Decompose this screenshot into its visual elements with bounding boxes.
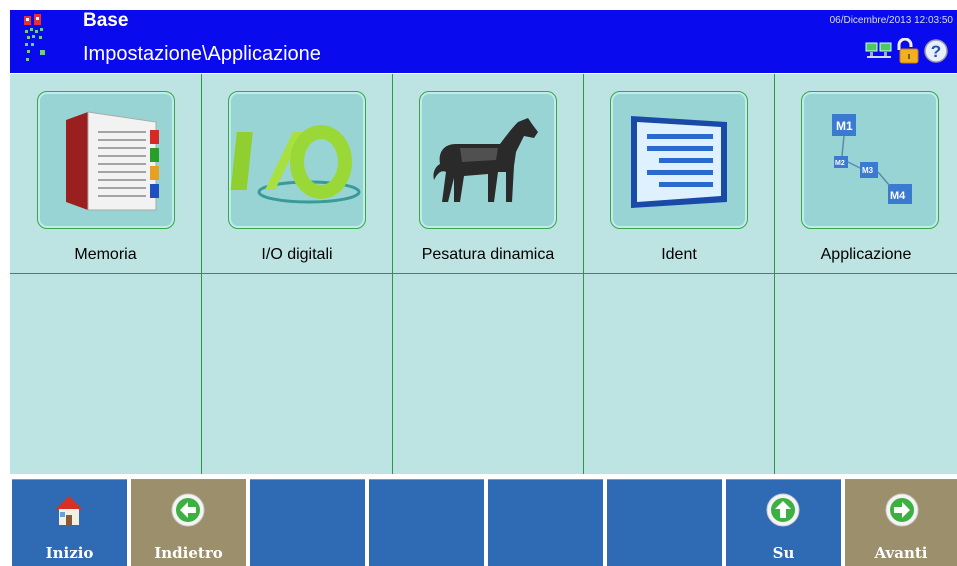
softkey-empty[interactable] <box>250 479 365 566</box>
arrow-right-icon <box>884 492 920 528</box>
back-button[interactable]: Indietro <box>131 479 246 566</box>
status-icons: ? <box>865 37 949 69</box>
up-button-label: Su <box>772 544 795 562</box>
home-button-label: Inizio <box>45 544 94 562</box>
svg-text:?: ? <box>931 42 941 61</box>
tile-label: I/O digitali <box>261 246 333 263</box>
back-button-label: Indietro <box>154 544 223 562</box>
tile-label: Ident <box>661 246 697 263</box>
softkey-empty[interactable] <box>607 479 722 566</box>
softkey-empty[interactable] <box>488 479 603 566</box>
memory-book-icon <box>37 91 175 229</box>
home-button[interactable]: Inizio <box>12 479 127 566</box>
softkey-bar: Inizio Indietro Su Avanti <box>10 476 957 566</box>
tile-label: Memoria <box>74 246 137 263</box>
svg-text:M1: M1 <box>836 119 853 133</box>
lock-icon[interactable] <box>895 37 921 69</box>
tile-label: Pesatura dinamica <box>421 246 555 263</box>
tile-memoria[interactable]: Memoria <box>10 74 201 273</box>
ident-window-icon <box>610 91 748 229</box>
breadcrumb-path: Impostazione\Applicazione <box>83 43 321 65</box>
datetime-display: 06/Dicembre/2013 12:03:50 <box>829 15 953 26</box>
up-button[interactable]: Su <box>726 479 841 566</box>
digital-io-icon <box>228 91 366 229</box>
svg-text:M2: M2 <box>835 160 845 167</box>
home-icon <box>51 492 87 528</box>
network-icon <box>865 41 893 66</box>
tile-label: Applicazione <box>820 246 912 263</box>
tile-pesatura-dinamica[interactable]: Pesatura dinamica <box>393 74 583 273</box>
svg-text:M4: M4 <box>890 190 906 202</box>
header-title: Base <box>83 10 129 31</box>
tile-applicazione[interactable]: M1 M2 M3 M4 Applicazione <box>775 74 957 273</box>
next-button[interactable]: Avanti <box>845 479 957 566</box>
softkey-empty[interactable] <box>369 479 484 566</box>
grid-divider <box>10 273 957 274</box>
terminal-logo-icon <box>22 14 52 70</box>
help-icon[interactable]: ? <box>923 38 949 69</box>
svg-text:M3: M3 <box>862 166 874 175</box>
arrow-up-icon <box>765 492 801 528</box>
application-m1-m4-icon: M1 M2 M3 M4 <box>801 91 939 229</box>
application-grid: Memoria I/O digitali Pesatura dinamica I… <box>10 74 957 474</box>
next-button-label: Avanti <box>874 544 928 562</box>
header-bar: Base Impostazione\Applicazione 06/Dicemb… <box>10 10 957 73</box>
tile-io-digitali[interactable]: I/O digitali <box>202 74 392 273</box>
tile-ident[interactable]: Ident <box>584 74 774 273</box>
horse-icon <box>419 91 557 229</box>
arrow-left-icon <box>170 492 206 528</box>
